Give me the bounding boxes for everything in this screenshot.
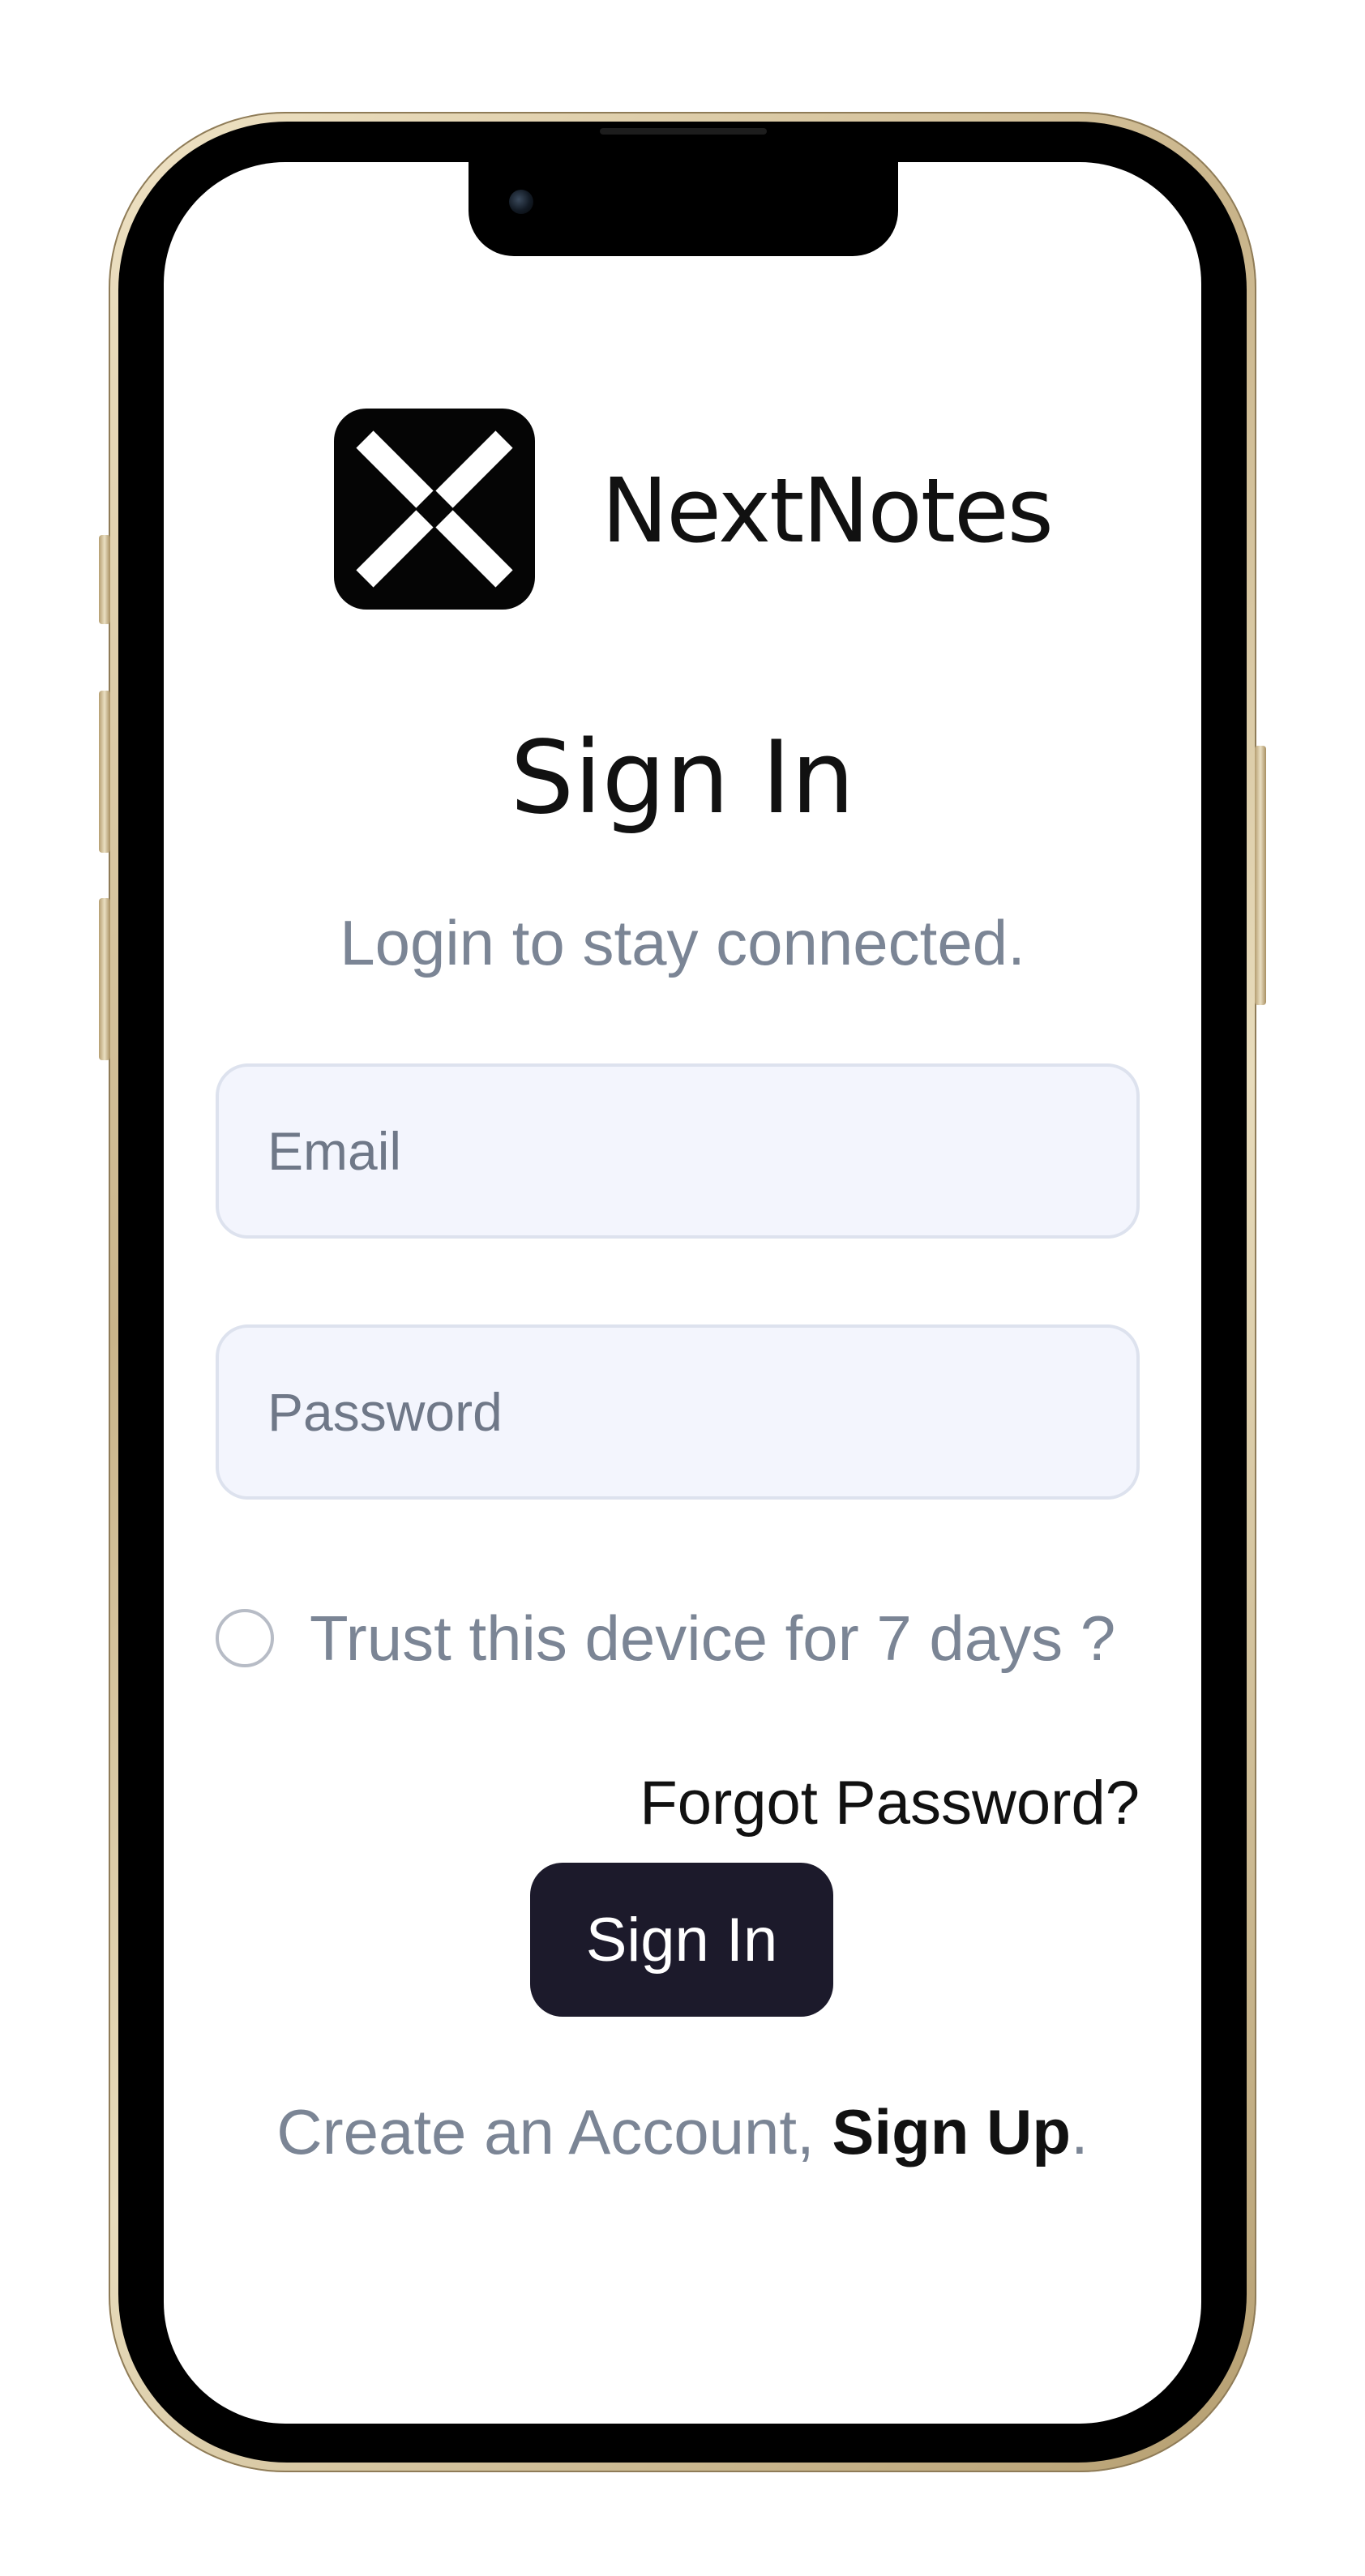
signup-prompt: Create an Account, Sign Up. bbox=[0, 2083, 1365, 2180]
trust-device-option[interactable]: Trust this device for 7 days ? bbox=[216, 1594, 1115, 1683]
trust-device-label: Trust this device for 7 days ? bbox=[310, 1602, 1116, 1674]
sign-up-link[interactable]: Sign Up bbox=[832, 2096, 1071, 2167]
email-field[interactable] bbox=[216, 1063, 1140, 1239]
sign-in-button[interactable]: Sign In bbox=[530, 1863, 833, 2017]
signup-prompt-suffix: . bbox=[1071, 2096, 1089, 2167]
x-cross-logo-icon bbox=[356, 430, 513, 588]
login-screen: NextNotes Sign In Login to stay connecte… bbox=[0, 0, 1365, 2576]
signup-prompt-text: Create an Account, bbox=[276, 2096, 832, 2167]
brand-name: NextNotes bbox=[601, 459, 1054, 563]
password-field[interactable] bbox=[216, 1324, 1140, 1500]
forgot-password-link[interactable]: Forgot Password? bbox=[640, 1759, 1140, 1848]
trust-device-radio[interactable] bbox=[216, 1609, 274, 1667]
page-title: Sign In bbox=[510, 720, 855, 837]
app-logo bbox=[334, 409, 535, 610]
page-subtitle: Login to stay connected. bbox=[340, 907, 1025, 978]
